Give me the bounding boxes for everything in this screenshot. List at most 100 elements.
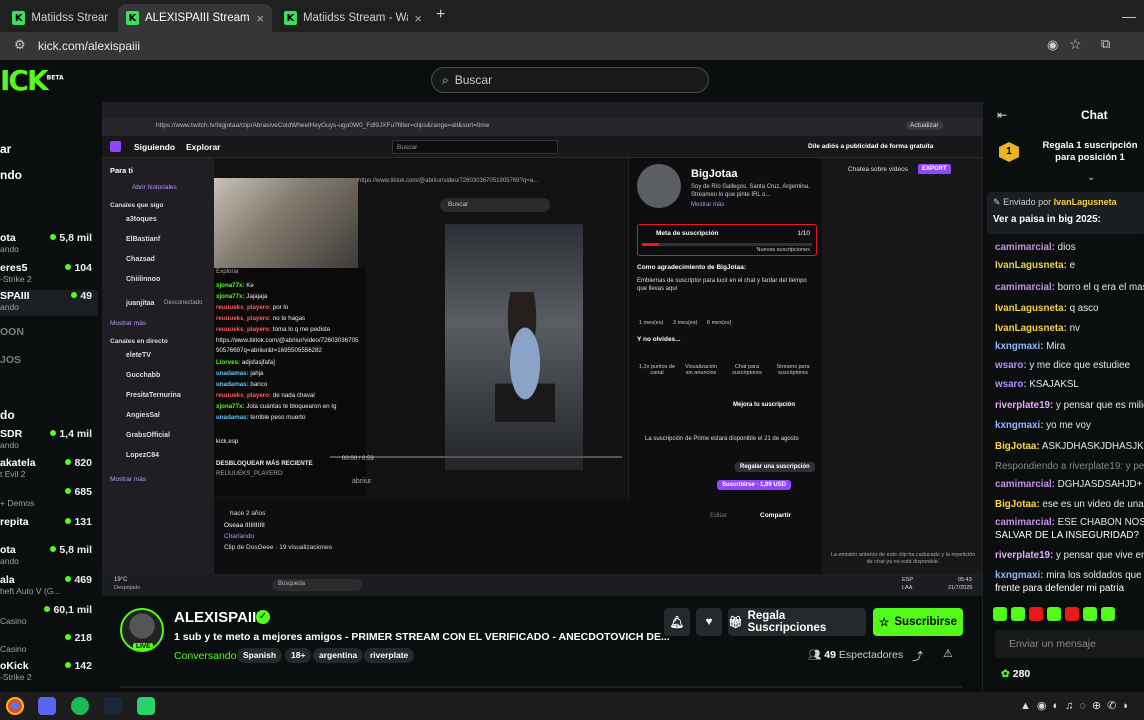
app-icon[interactable] [137, 697, 155, 715]
chevron-down-icon[interactable]: ⌄ [1087, 172, 1095, 183]
follow-button[interactable]: ♥ [696, 608, 722, 636]
gift-subs-button[interactable]: 🎁︎ Regala Suscripciones [728, 608, 866, 636]
browser-tab-matiidss[interactable]: K Matiidss Stream - Watch Live o × [276, 4, 430, 32]
chat-message: wsaro: y me dice que estudiee [995, 360, 1144, 371]
extensions-icon[interactable]: ⧉ [1101, 36, 1110, 52]
chat-username: IvanLagusneta: [995, 303, 1067, 314]
clip-info: hace 2 años Oseaa IIIIIIIIIII Charlando … [214, 498, 822, 574]
kick-logo[interactable]: ICKBETA [0, 64, 64, 97]
tag[interactable]: riverplate [364, 648, 415, 663]
kick-favicon-icon: K [126, 11, 139, 25]
stream-category[interactable]: Conversando [174, 650, 236, 662]
close-tab-icon[interactable]: × [414, 11, 422, 26]
site-settings-icon[interactable]: ⚙ [14, 37, 26, 53]
steam-icon[interactable] [104, 697, 122, 715]
chat-username: camimarcial: [995, 517, 1055, 528]
chat-panel: ⇤ Chat 1 Regala 1 suscripción para posic… [982, 102, 1144, 692]
channel-name[interactable]: ALEXISPAIII [174, 609, 260, 626]
report-icon[interactable]: ⚠ [943, 647, 953, 660]
browser-tab-dashboard[interactable]: K Matiidss Stream - Kick Dashbo [4, 4, 116, 32]
chat-username: kxngmaxi: [995, 570, 1044, 581]
search-icon: ⌕ [442, 72, 449, 87]
chat-username: kxngmaxi: [995, 341, 1044, 352]
chat-message-text: ese es un video de una am [1042, 499, 1144, 510]
search-input[interactable]: ⌕ Buscar [431, 67, 709, 93]
chat-message-text: y pensar que es milico [1056, 400, 1144, 411]
chat-username: kxngmaxi: [995, 420, 1044, 431]
chat-message: BigJotaa: ASKJDHASKJDHASJKDH [995, 441, 1144, 452]
chat-input[interactable]: Enviar un mensaje [995, 630, 1144, 658]
chat-message-text: y me dice que estudiee [1029, 360, 1131, 371]
minimize-icon[interactable]: — [1122, 8, 1136, 24]
collapse-chat-icon[interactable]: ⇤ [997, 108, 1007, 122]
chat-message: BigJotaa: ese es un video de una am [995, 499, 1144, 510]
chat-message: camimarcial: dios [995, 242, 1144, 253]
twitch-logo-icon [110, 141, 121, 152]
share-icon[interactable]: ⤴ [912, 648, 923, 664]
chat-message: camimarcial: DGHJASDSAHJD+ [995, 479, 1144, 490]
inner-address-bar: https://www.twitch.tv/bigjotaa/clip/Abra… [102, 118, 982, 136]
subscription-panel: BigJotaa Soy de Río Gallegos, Santa Cruz… [628, 158, 866, 498]
channel-points[interactable]: ✿ 280 [1001, 668, 1030, 680]
subscribe-button[interactable]: ☆ Suscribirse [873, 608, 963, 636]
points-icon: ✿ [1001, 668, 1010, 680]
chat-message-text: mira los soldados que ma [1046, 570, 1144, 581]
users-icon: 👥︎ [808, 649, 822, 661]
emote-bar[interactable] [993, 607, 1143, 623]
notification-bell-button[interactable]: 🔔︎ [664, 608, 690, 636]
tag[interactable]: 18+ [285, 648, 312, 663]
tag[interactable]: Spanish [237, 648, 283, 663]
chat-message: IvanLagusneta: q asco [995, 303, 1144, 314]
sub-goal-box: Meta de suscripción 1/10 Nuevas suscripc… [637, 224, 817, 256]
chat-message-text: Mira [1046, 341, 1066, 352]
chat-username: riverplate19: [995, 550, 1054, 561]
chat-message: IvanLagusneta: nv [995, 323, 1144, 334]
sidebar-channel-active[interactable]: SPAIII ando 49 [0, 290, 98, 316]
pinned-message: ✎ Enviado por IvanLagusneta Ver a paisa … [987, 192, 1144, 234]
windows-taskbar [0, 692, 1144, 720]
chat-message-text: q asco [1069, 303, 1099, 314]
spotify-icon[interactable] [71, 697, 89, 715]
stream-video-player[interactable]: https://www.twitch.tv/bigjotaa/clip/Abra… [102, 102, 982, 596]
star-icon: ☆ [879, 617, 890, 629]
chat-username: BigJotaa: [995, 499, 1040, 510]
chat-message: riverplate19: y pensar que es milico [995, 400, 1144, 411]
chat-message: camimarcial: ESE CHABON NOS TIE [995, 517, 1144, 528]
kick-favicon-icon: K [12, 11, 26, 25]
twitch-left-nav: Para ti Abrir historiales Canales que si… [102, 158, 214, 574]
chat-message-text: frente para defender mi patria [995, 583, 1125, 594]
stream-title: 1 sub y te meto a mejores amigos - PRIME… [174, 631, 670, 643]
system-tray[interactable]: ▲◉◐♫◌⊕✆◗ [1020, 699, 1135, 712]
kick-favicon-icon: K [284, 11, 297, 25]
webcam-overlay [214, 178, 358, 268]
eye-off-icon[interactable]: ◉ [1047, 37, 1058, 53]
chat-message-text: nv [1069, 323, 1080, 334]
url-field[interactable]: kick.com/alexispaiii [38, 39, 140, 53]
avatar [637, 164, 681, 208]
chat-message: frente para defender mi patria [995, 583, 1144, 594]
tag[interactable]: argentina [313, 648, 364, 663]
address-bar: ⚙ [0, 32, 1144, 60]
close-tab-icon[interactable]: × [256, 11, 264, 26]
bell-icon: 🔔︎ [669, 617, 685, 629]
chat-message-text: borro el q era el mas ex [1057, 282, 1144, 293]
chat-message-text: Respondiendo a riverplate19: y pensar [995, 461, 1144, 472]
chat-username: IvanLagusneta: [995, 323, 1067, 334]
discord-icon[interactable] [38, 697, 56, 715]
bookmark-star-icon[interactable]: ☆ [1069, 36, 1082, 53]
chat-message-text: DGHJASDSAHJD+ [1057, 479, 1143, 490]
chat-message: kxngmaxi: yo me voy [995, 420, 1144, 431]
chat-message: IvanLagusneta: e [995, 260, 1144, 271]
chat-username: IvanLagusneta: [995, 260, 1067, 271]
twitch-nav-bar: Siguiendo Explorar Buscar Dile adiós a p… [102, 136, 982, 158]
chat-username: wsaro: [995, 360, 1027, 371]
chrome-icon[interactable] [6, 697, 24, 715]
chat-username: camimarcial: [995, 282, 1055, 293]
gift-icon: 🎁︎ [728, 617, 743, 629]
new-tab-button[interactable]: + [436, 6, 445, 24]
expand-title-icon[interactable]: ⌄ [618, 630, 627, 643]
pin-icon: ✎ [993, 197, 1001, 207]
chat-message: camimarcial: borro el q era el mas ex [995, 282, 1144, 293]
twitch-subscribe-button[interactable]: Suscribirse · 1,99 USD [717, 480, 792, 490]
browser-tab-alexispaiii[interactable]: K ALEXISPAIII Stream - Watch Live × [118, 4, 272, 32]
